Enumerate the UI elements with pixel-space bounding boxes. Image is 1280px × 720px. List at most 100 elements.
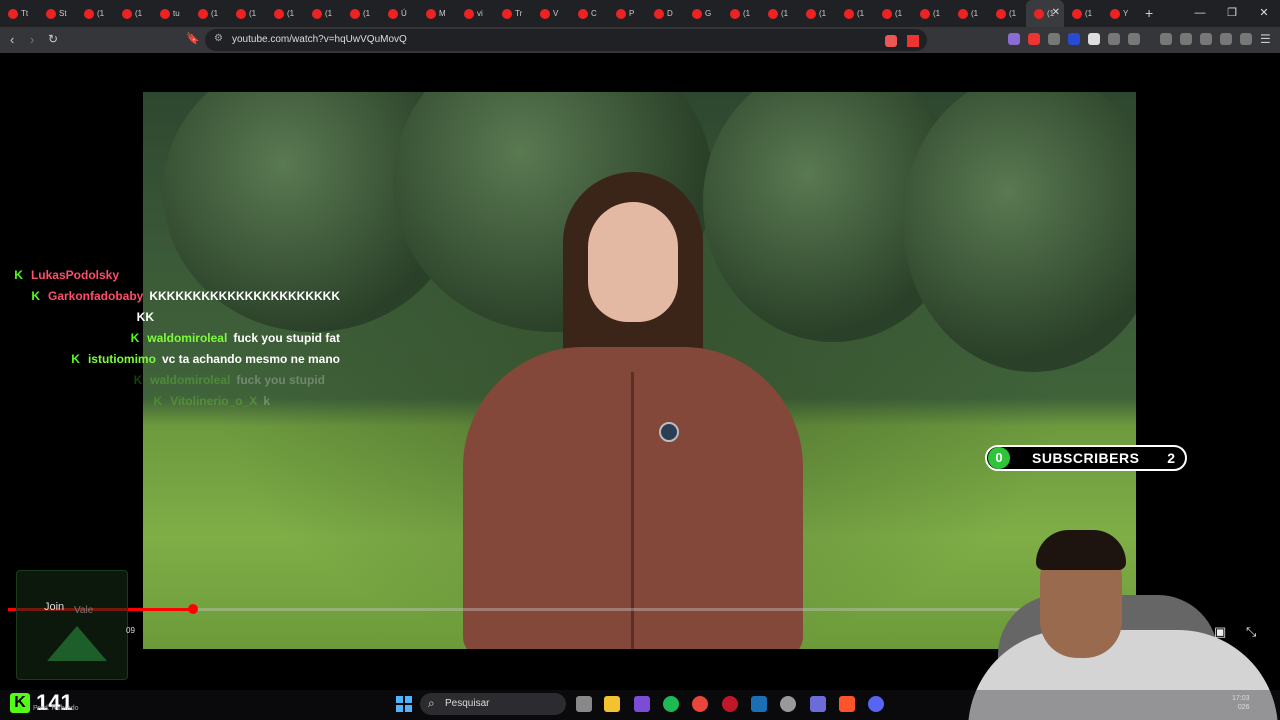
opera-icon[interactable] xyxy=(722,696,738,712)
browser-tab[interactable]: (1 xyxy=(266,0,304,27)
chat-username[interactable]: LukasPodolsky xyxy=(31,268,119,282)
reload-icon[interactable]: ↻ xyxy=(48,32,58,46)
taskbar-search[interactable]: ⌕ Pesquisar xyxy=(420,693,566,715)
chat-message: K Vitolinerio_o_X k xyxy=(154,394,271,408)
discord-icon[interactable] xyxy=(868,696,884,712)
chat-text: vc ta achando mesmo ne mano xyxy=(161,352,340,366)
browser-tab[interactable]: (1 xyxy=(76,0,114,27)
browser-tab[interactable]: (1 xyxy=(912,0,950,27)
chrome-icon[interactable] xyxy=(692,696,708,712)
app-icon[interactable] xyxy=(810,696,826,712)
browser-tab[interactable]: P xyxy=(608,0,646,27)
wallet-icon[interactable] xyxy=(1200,33,1212,45)
chat-message: KK xyxy=(137,310,154,324)
browser-tab[interactable]: (1 ✕ xyxy=(1026,0,1064,27)
tab-close-icon[interactable]: ✕ xyxy=(1052,7,1060,18)
tab-favicon-icon xyxy=(198,8,208,19)
browser-tab[interactable]: (1 xyxy=(1064,0,1102,27)
brave-rewards-icon[interactable] xyxy=(907,35,919,47)
task-view-icon[interactable] xyxy=(576,696,592,712)
tab-title: (1 xyxy=(1085,9,1093,18)
vale-label: Vale xyxy=(74,605,94,616)
browser-tab[interactable]: Y xyxy=(1102,0,1140,27)
vpn-icon[interactable] xyxy=(1240,33,1252,45)
browser-tab[interactable]: (1 xyxy=(798,0,836,27)
address-bar[interactable]: ⚙ youtube.com/watch?v=hqUwVQuMovQ xyxy=(205,29,927,51)
tab-favicon-icon xyxy=(996,8,1006,19)
browser-tab[interactable]: (1 xyxy=(874,0,912,27)
browser-tab[interactable]: (1 xyxy=(988,0,1026,27)
tab-title: (1 xyxy=(325,9,333,18)
tab-favicon-icon xyxy=(8,8,18,19)
screenshot-icon[interactable] xyxy=(1128,33,1140,45)
tab-title: D xyxy=(667,9,673,18)
video-presenter xyxy=(443,172,823,649)
browser-tab[interactable]: V xyxy=(532,0,570,27)
tab-title: (1 xyxy=(1009,9,1017,18)
tab-title: (1 xyxy=(933,9,941,18)
browser-tab[interactable]: Ú xyxy=(380,0,418,27)
chat-username[interactable]: waldomiroleal xyxy=(150,373,230,387)
forward-icon[interactable]: › xyxy=(30,32,34,47)
browser-tab[interactable]: Tt xyxy=(0,0,38,27)
tab-favicon-icon xyxy=(692,8,702,19)
site-info-icon[interactable]: ⚙ xyxy=(214,33,223,44)
extension-icon[interactable] xyxy=(1048,33,1060,45)
chat-username[interactable]: waldomiroleal xyxy=(147,331,227,345)
tab-favicon-icon xyxy=(1072,8,1082,19)
tab-favicon-icon xyxy=(1110,8,1120,19)
app-icon[interactable] xyxy=(780,696,796,712)
chat-username[interactable]: Vitolinerio_o_X xyxy=(170,394,257,408)
browser-tab[interactable]: (1 xyxy=(304,0,342,27)
bookmark-icon[interactable]: 🔖 xyxy=(186,32,200,45)
browser-tab[interactable]: C xyxy=(570,0,608,27)
kick-badge-icon: K xyxy=(153,394,163,408)
browser-tab[interactable]: (1 xyxy=(760,0,798,27)
new-tab-button[interactable]: + xyxy=(1145,5,1153,21)
browser-tab[interactable]: tu xyxy=(152,0,190,27)
browser-tab[interactable]: (1 xyxy=(722,0,760,27)
extension-icon[interactable] xyxy=(1088,33,1100,45)
brave-taskbar-icon[interactable] xyxy=(839,696,855,712)
browser-tab[interactable]: G xyxy=(684,0,722,27)
tab-title: (1 xyxy=(249,9,257,18)
back-icon[interactable]: ‹ xyxy=(10,32,14,47)
app-grid-icon[interactable] xyxy=(634,696,650,712)
leo-icon[interactable] xyxy=(1220,33,1232,45)
browser-tab[interactable]: (1 xyxy=(950,0,988,27)
windows-start-icon[interactable] xyxy=(396,696,412,712)
sidebar-icon[interactable] xyxy=(1180,33,1192,45)
steam-icon[interactable] xyxy=(751,696,767,712)
extensions-puzzle-icon[interactable] xyxy=(1108,33,1120,45)
maximize-button[interactable]: ❐ xyxy=(1216,0,1248,27)
minimize-button[interactable]: — xyxy=(1184,0,1216,27)
extension-icon[interactable] xyxy=(1008,33,1020,45)
browser-tab[interactable]: (1 xyxy=(342,0,380,27)
close-window-button[interactable]: ✕ xyxy=(1248,0,1280,27)
chat-username[interactable]: Garkonfadobaby xyxy=(48,289,143,303)
browser-tab[interactable]: vi xyxy=(456,0,494,27)
menu-icon[interactable]: ☰ xyxy=(1260,32,1271,46)
browser-tab[interactable]: (1 xyxy=(836,0,874,27)
browser-tab[interactable]: Tr xyxy=(494,0,532,27)
browser-tab[interactable]: (1 xyxy=(228,0,266,27)
media-icon[interactable] xyxy=(1160,33,1172,45)
browser-tab[interactable]: D xyxy=(646,0,684,27)
brave-shield-icon[interactable] xyxy=(885,35,897,47)
chat-message: K Garkonfadobaby KKKKKKKKKKKKKKKKKKKKKK xyxy=(31,289,340,303)
spotify-icon[interactable] xyxy=(663,696,679,712)
extension-icon[interactable] xyxy=(1068,33,1080,45)
browser-tab[interactable]: St xyxy=(38,0,76,27)
extension-icon[interactable] xyxy=(1028,33,1040,45)
video-progress-bar[interactable] xyxy=(8,604,1038,614)
browser-tab[interactable]: (1 xyxy=(114,0,152,27)
tab-favicon-icon xyxy=(46,8,56,19)
kick-badge-icon: K xyxy=(71,352,80,366)
tab-title: St xyxy=(59,9,67,18)
chat-username[interactable]: istutiomimo xyxy=(88,352,156,366)
chat-text: fuck you stupid xyxy=(236,373,325,387)
file-explorer-icon[interactable] xyxy=(604,696,620,712)
bush-shape xyxy=(903,92,1136,372)
browser-tab[interactable]: (1 xyxy=(190,0,228,27)
browser-tab[interactable]: M xyxy=(418,0,456,27)
